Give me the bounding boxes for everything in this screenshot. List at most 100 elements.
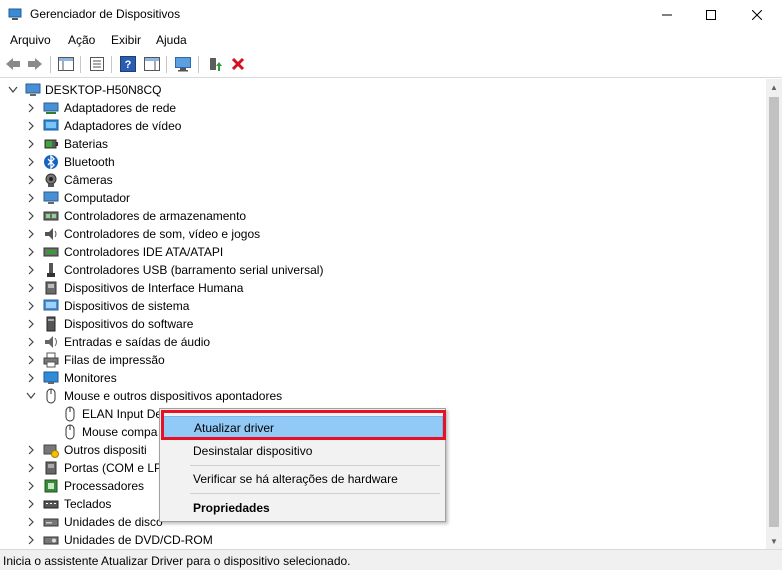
chevron-right-icon[interactable] bbox=[26, 499, 36, 509]
tree-category-3[interactable]: Bluetooth bbox=[0, 153, 766, 171]
device-manager-window: Gerenciador de Dispositivos Arquivo Ação… bbox=[0, 0, 782, 570]
menu-exibir[interactable]: Exibir bbox=[111, 33, 141, 47]
tree-category-after-5[interactable]: Unidades de DVD/CD-ROM bbox=[0, 531, 766, 549]
disk-drive-icon bbox=[43, 518, 59, 527]
tree-category-label: Mouse e outros dispositivos apontadores bbox=[64, 389, 283, 403]
vertical-scrollbar[interactable]: ▲ ▼ bbox=[766, 79, 782, 549]
tree-category-9[interactable]: Controladores USB (barramento serial uni… bbox=[0, 261, 766, 279]
minimize-button[interactable] bbox=[644, 0, 690, 29]
chevron-right-icon[interactable] bbox=[26, 139, 36, 149]
tree-category-7[interactable]: Controladores de som, vídeo e jogos bbox=[0, 225, 766, 243]
chevron-right-icon[interactable] bbox=[26, 445, 36, 455]
computer-icon bbox=[25, 83, 41, 96]
action-pane-icon bbox=[144, 57, 160, 71]
tree-category-11[interactable]: Dispositivos de sistema bbox=[0, 297, 766, 315]
tree-root[interactable]: DESKTOP-H50N8CQ bbox=[0, 81, 766, 99]
chevron-right-icon[interactable] bbox=[26, 229, 36, 239]
tree-category-2[interactable]: Baterias bbox=[0, 135, 766, 153]
ctx-uninstall-device[interactable]: Desinstalar dispositivo bbox=[162, 440, 443, 462]
help-button[interactable]: ? bbox=[119, 55, 137, 73]
battery-icon bbox=[44, 139, 58, 149]
maximize-button[interactable] bbox=[688, 0, 734, 29]
tree-category-label: Bluetooth bbox=[64, 155, 115, 169]
chevron-right-icon[interactable] bbox=[26, 175, 36, 185]
tree-category-1[interactable]: Adaptadores de vídeo bbox=[0, 117, 766, 135]
unknown-device-icon bbox=[43, 444, 59, 458]
tree-category-label: Adaptadores de rede bbox=[64, 101, 177, 115]
tree-category-5[interactable]: Computador bbox=[0, 189, 766, 207]
tree-category-10[interactable]: Dispositivos de Interface Humana bbox=[0, 279, 766, 297]
back-button[interactable] bbox=[4, 55, 22, 73]
tree-category-label: Dispositivos do software bbox=[64, 317, 194, 331]
tree-category-4[interactable]: Câmeras bbox=[0, 171, 766, 189]
bluetooth-icon bbox=[44, 154, 58, 170]
tree-category-after-label: Teclados bbox=[64, 497, 112, 511]
menu-ajuda[interactable]: Ajuda bbox=[156, 33, 187, 47]
chevron-right-icon[interactable] bbox=[26, 355, 36, 365]
show-hide-console-tree-button[interactable] bbox=[57, 55, 75, 73]
menu-acao[interactable]: Ação bbox=[68, 33, 95, 47]
toolbar: ? bbox=[0, 51, 782, 78]
tree-category-13[interactable]: Entradas e saídas de áudio bbox=[0, 333, 766, 351]
ctx-properties-label: Propriedades bbox=[193, 501, 270, 515]
tree-category-15[interactable]: Monitores bbox=[0, 369, 766, 387]
menu-arquivo[interactable]: Arquivo bbox=[10, 33, 51, 47]
chevron-right-icon[interactable] bbox=[26, 463, 36, 473]
scroll-thumb[interactable] bbox=[769, 97, 779, 527]
scan-hardware-button[interactable] bbox=[174, 55, 192, 73]
chevron-right-icon[interactable] bbox=[26, 157, 36, 167]
chevron-right-icon[interactable] bbox=[26, 319, 36, 329]
tree-category-6[interactable]: Controladores de armazenamento bbox=[0, 207, 766, 225]
tree-category-label: Filas de impressão bbox=[64, 353, 165, 367]
tree-category-12[interactable]: Dispositivos do software bbox=[0, 315, 766, 333]
tree-category-0[interactable]: Adaptadores de rede bbox=[0, 99, 766, 117]
chevron-right-icon[interactable] bbox=[26, 247, 36, 257]
scroll-down-icon[interactable]: ▼ bbox=[766, 533, 782, 549]
chevron-down-icon[interactable] bbox=[8, 85, 18, 95]
chevron-right-icon[interactable] bbox=[26, 481, 36, 491]
usb-icon bbox=[47, 263, 55, 277]
chevron-right-icon[interactable] bbox=[26, 103, 36, 113]
chevron-right-icon[interactable] bbox=[26, 283, 36, 293]
action-pane-button[interactable] bbox=[143, 55, 161, 73]
forward-button[interactable] bbox=[26, 55, 44, 73]
tree-category-label: Controladores USB (barramento serial uni… bbox=[64, 263, 324, 277]
close-icon bbox=[752, 9, 762, 20]
chevron-right-icon[interactable] bbox=[26, 373, 36, 383]
tree-category-label: Monitores bbox=[64, 371, 117, 385]
scroll-up-icon[interactable]: ▲ bbox=[766, 79, 782, 95]
dvd-drive-icon bbox=[43, 536, 59, 545]
uninstall-device-button[interactable] bbox=[229, 55, 247, 73]
chevron-right-icon[interactable] bbox=[26, 121, 36, 131]
back-arrow-icon bbox=[6, 58, 20, 70]
monitor-scan-icon bbox=[175, 57, 191, 72]
ctx-uninstall-label: Desinstalar dispositivo bbox=[193, 444, 313, 458]
tree-category-after-label: Unidades de disco bbox=[64, 515, 163, 529]
forward-arrow-icon bbox=[28, 58, 42, 70]
chevron-right-icon[interactable] bbox=[26, 265, 36, 275]
close-button[interactable] bbox=[734, 0, 780, 29]
chevron-right-icon[interactable] bbox=[26, 301, 36, 311]
system-device-icon bbox=[43, 299, 59, 311]
chevron-right-icon[interactable] bbox=[26, 193, 36, 203]
menu-bar: Arquivo Ação Exibir Ajuda bbox=[0, 29, 782, 51]
ctx-scan-hardware[interactable]: Verificar se há alterações de hardware bbox=[162, 468, 443, 490]
properties-button[interactable] bbox=[88, 55, 106, 73]
tree-category-8[interactable]: Controladores IDE ATA/ATAPI bbox=[0, 243, 766, 261]
chevron-right-icon[interactable] bbox=[26, 535, 36, 545]
toolbar-separator bbox=[80, 56, 81, 73]
chevron-right-icon[interactable] bbox=[26, 517, 36, 527]
audio-io-icon bbox=[45, 336, 57, 348]
update-driver-button[interactable] bbox=[206, 55, 224, 73]
tree-category-16[interactable]: Mouse e outros dispositivos apontadores bbox=[0, 387, 766, 405]
chevron-right-icon[interactable] bbox=[26, 337, 36, 347]
chevron-right-icon[interactable] bbox=[26, 211, 36, 221]
status-bar: Inicia o assistente Atualizar Driver par… bbox=[0, 549, 782, 570]
mouse-compativel-label: Mouse compa bbox=[82, 425, 158, 439]
update-driver-icon bbox=[210, 58, 222, 71]
tree-category-after-label: Portas (COM e LP bbox=[64, 461, 163, 475]
chevron-down-icon[interactable] bbox=[26, 391, 36, 401]
tree-category-14[interactable]: Filas de impressão bbox=[0, 351, 766, 369]
port-icon bbox=[45, 461, 57, 475]
ctx-properties[interactable]: Propriedades bbox=[162, 497, 443, 519]
